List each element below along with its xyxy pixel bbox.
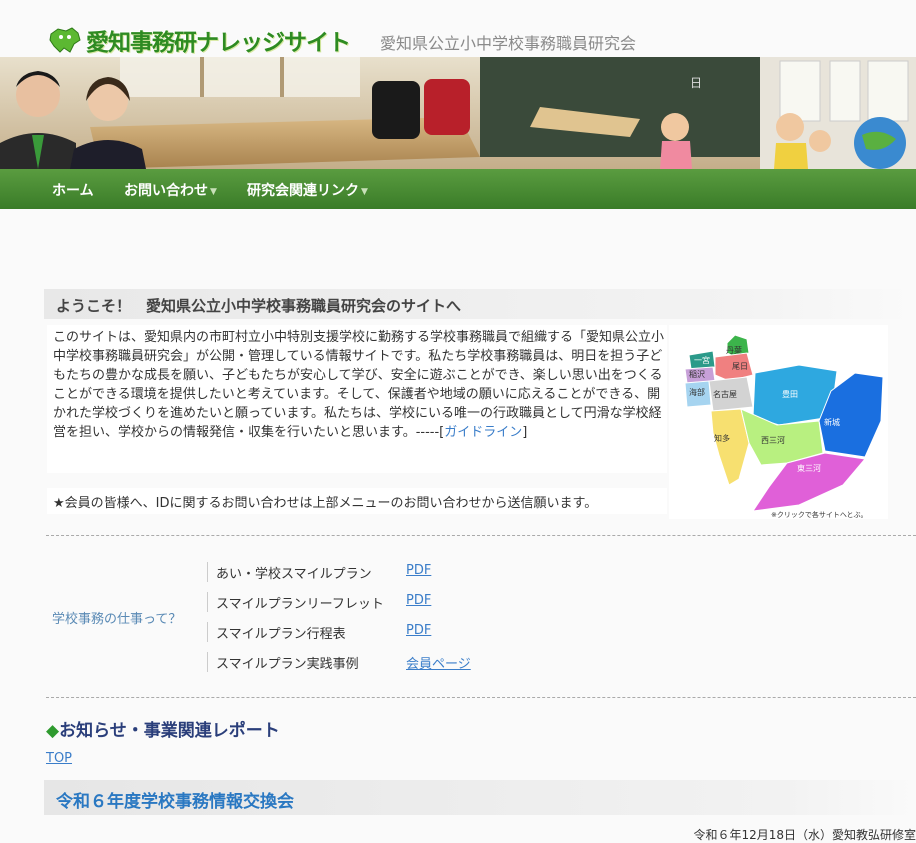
nav-item-label: ホーム	[52, 183, 94, 199]
member-notice-box: ★会員の皆様へ、IDに関するお問い合わせは上部メニューのお問い合わせから送信願い…	[47, 488, 667, 514]
classroom-banner-illustration: 日	[0, 57, 916, 169]
list-item: あい・学校スマイルプラン PDF	[207, 562, 431, 582]
event-date: 令和６年12月18日（水）愛知教弘研修室	[693, 828, 916, 842]
news-section-title: ◆お知らせ・事業関連レポート	[46, 716, 280, 741]
divider	[46, 697, 916, 698]
news-title-text: お知らせ・事業関連レポート	[59, 721, 280, 741]
nav-item-links[interactable]: 研究会関連リンク ▼	[247, 180, 368, 200]
diamond-icon: ◆	[46, 721, 60, 741]
map-caption: ※クリックで各サイトへとぶ。	[771, 510, 868, 519]
plan-label: スマイルプラン行程表	[216, 627, 346, 642]
list-item: スマイルプランリーフレット PDF	[207, 592, 431, 612]
map-label-toyota: 豊田	[782, 389, 798, 399]
nav-item-contact[interactable]: お問い合わせ ▼	[124, 180, 217, 200]
map-label-nishimikawa: 西三河	[761, 435, 785, 445]
intro-box: このサイトは、愛知県内の市町村立小中特別支援学校に勤務する学校事務職員で組織する…	[47, 325, 667, 473]
site-tagline: 愛知県公立小中学校事務職員研究会	[380, 34, 637, 53]
map-label-higashimikawa: 東三河	[797, 463, 821, 473]
welcome-heading-band: ようこそ！ 愛知県公立小中学校事務職員研究会のサイトへ	[44, 289, 916, 319]
pdf-link[interactable]: PDF	[406, 593, 431, 608]
header-banner-image: 日	[0, 57, 916, 169]
pdf-link[interactable]: PDF	[406, 563, 431, 578]
intro-text: このサイトは、愛知県内の市町村立小中特別支援学校に勤務する学校事務職員で組織する…	[53, 328, 665, 442]
plan-label: あい・学校スマイルプラン	[216, 567, 372, 582]
map-label-chita: 知多	[714, 433, 730, 443]
plan-label: スマイルプランリーフレット	[216, 597, 384, 612]
nav-item-label: 研究会関連リンク	[247, 183, 359, 199]
map-label-inazawa: 稲沢	[689, 369, 705, 379]
guideline-link[interactable]: ガイドライン	[444, 425, 522, 440]
chevron-down-icon: ▼	[210, 187, 217, 197]
list-item: スマイルプラン行程表 PDF	[207, 622, 431, 642]
event-title[interactable]: 令和６年度学校事務情報交換会	[56, 787, 294, 812]
map-label-nagoya: 名古屋	[713, 389, 737, 399]
aichi-region-map[interactable]: 丹葉 一宮 尾日 稲沢 海部 名古屋 豊田 新城 知多 西三河 東三河 ※クリッ…	[669, 325, 888, 519]
site-logo[interactable]: 愛知事務研ナレッジサイト	[48, 24, 352, 56]
main-navigation: ホーム お問い合わせ ▼ 研究会関連リンク ▼	[0, 169, 916, 209]
member-notice: ★会員の皆様へ、IDに関するお問い合わせは上部メニューのお問い合わせから送信願い…	[53, 496, 598, 511]
member-page-link[interactable]: 会員ページ	[406, 653, 471, 672]
map-label-ichinomiya: 一宮	[694, 355, 710, 365]
intro-close: ]	[522, 425, 528, 440]
chevron-down-icon: ▼	[361, 187, 368, 197]
list-item: スマイルプラン実践事例 会員ページ	[207, 652, 471, 672]
welcome-title: ようこそ！ 愛知県公立小中学校事務職員研究会のサイトへ	[56, 297, 462, 315]
aichi-map-illustration: 丹葉 一宮 尾日 稲沢 海部 名古屋 豊田 新城 知多 西三河 東三河 ※クリッ…	[684, 334, 884, 519]
top-link[interactable]: TOP	[46, 751, 72, 766]
map-label-kaibu: 海部	[689, 387, 705, 397]
nav-item-label: お問い合わせ	[124, 183, 208, 199]
logo-text: 愛知事務研ナレッジサイト	[86, 30, 351, 56]
map-label-shinshiro: 新城	[824, 417, 840, 427]
site-header: 愛知事務研ナレッジサイト 愛知県公立小中学校事務職員研究会	[0, 0, 916, 57]
pdf-link[interactable]: PDF	[406, 623, 431, 638]
work-section-label: 学校事務の仕事って？	[52, 612, 182, 627]
nav-item-home[interactable]: ホーム	[52, 180, 94, 200]
svg-text:日: 日	[690, 76, 702, 90]
plan-label: スマイルプラン実践事例	[216, 657, 359, 672]
intro-suffix: -----[	[415, 425, 445, 440]
intro-paragraph: このサイトは、愛知県内の市町村立小中特別支援学校に勤務する学校事務職員で組織する…	[53, 330, 665, 440]
map-label-obi: 尾日	[732, 362, 748, 371]
event-heading-band: 令和６年度学校事務情報交換会	[44, 780, 916, 815]
aichi-prefecture-logo-icon	[49, 27, 81, 53]
divider	[46, 535, 916, 536]
